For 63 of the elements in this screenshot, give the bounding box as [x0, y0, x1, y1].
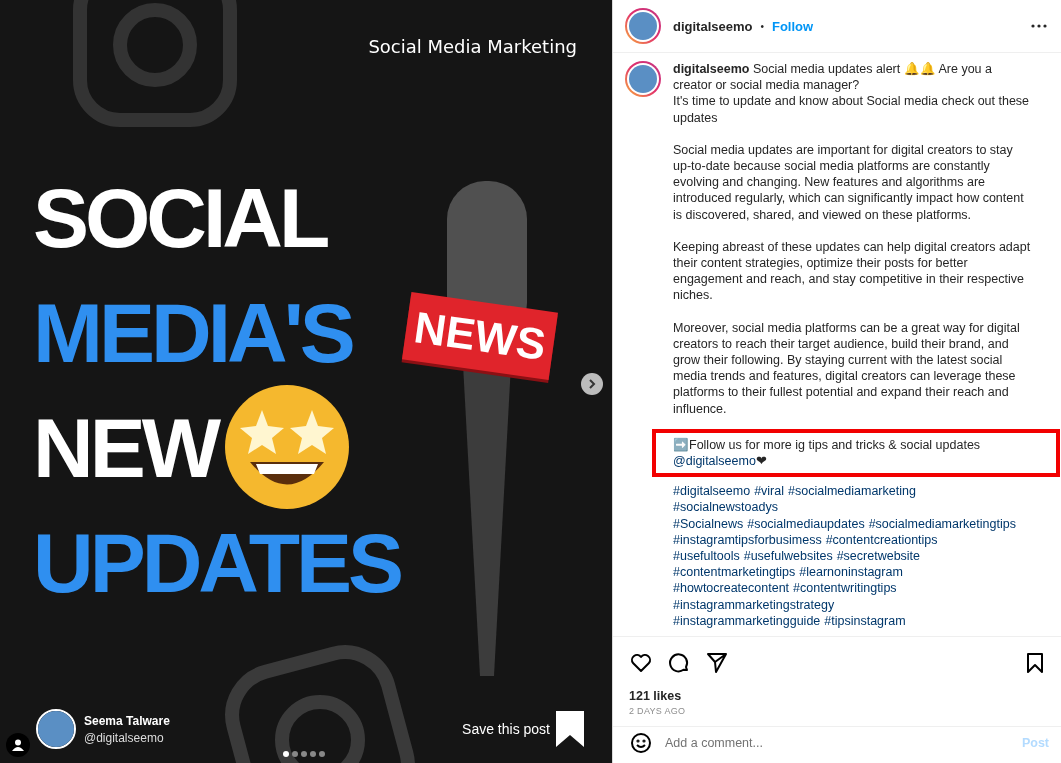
- news-sign: NEWS: [402, 292, 558, 380]
- person-icon: [12, 739, 24, 751]
- author-avatar: [36, 709, 76, 749]
- profile-avatar[interactable]: [625, 61, 661, 97]
- headline-text: UPDATES: [33, 515, 401, 612]
- hashtag-link[interactable]: #tipsinstagram: [824, 612, 906, 630]
- hashtag-link[interactable]: #socialmediamarketingtips: [868, 515, 1016, 532]
- caption-paragraph: Social media updates are important for digital creators to stay up-to-date because social media platforms are constantly evolving and changing. New features and algorithms are introduced regularly, which can significantly impact how content is discovered, shared, and viewed on these platforms.: [673, 141, 1025, 223]
- comment-field[interactable]: Add a comment...: [665, 736, 1010, 750]
- chevron-right-icon: [587, 379, 597, 389]
- headline-text: SOCIAL: [33, 170, 327, 267]
- hashtag-link[interactable]: #usefultools: [673, 548, 740, 565]
- emoji-button[interactable]: [629, 731, 653, 755]
- caption-paragraph: Moreover, social media platforms can be a great way for digital creators to reach their target audience, build their brand, and grow their following. By staying current with the latest social media trends and features, digital creators can leverage these platforms to their fullest potential and expand their reach and influence.: [673, 319, 1021, 417]
- caption-intro: digitalseemo Social media updates alert 🔔🔔 Are you a creator or social media manager?: [673, 61, 993, 94]
- caption-paragraph: Keeping abreast of these updates can help digital creators adapt their content strategies, optimize their posts for better engagement and reach, and stay competitive in their respective niches.: [673, 238, 1031, 304]
- user-button[interactable]: [6, 733, 30, 757]
- carousel-dot[interactable]: [301, 751, 307, 757]
- share-button[interactable]: [705, 651, 729, 675]
- hashtag-link[interactable]: #viral: [754, 483, 784, 500]
- carousel-dot[interactable]: [319, 751, 325, 757]
- more-button[interactable]: [1031, 24, 1047, 28]
- hashtag-link[interactable]: #socialnewstoadys: [673, 499, 778, 516]
- hashtag-link[interactable]: #howtocreatecontent: [673, 580, 790, 597]
- follow-prompt-text: ➡Follow us for more ig tips and tricks & social updates @digitalseemo❤: [673, 436, 982, 470]
- mention-link[interactable]: @digitalseemo: [673, 454, 756, 469]
- smiley-icon: [629, 731, 653, 755]
- author-handle: @digitalseemo: [84, 730, 165, 745]
- headline-text: MEDIA'S: [33, 285, 352, 382]
- like-button[interactable]: [629, 651, 653, 675]
- hashtag-link[interactable]: #contentcreationtips: [825, 531, 938, 549]
- comment-icon: [667, 651, 691, 675]
- send-icon: [705, 651, 729, 675]
- bookmark-icon: [556, 711, 584, 747]
- username-link[interactable]: digitalseemo: [673, 62, 750, 76]
- headline-text: NEW: [33, 400, 217, 497]
- profile-avatar[interactable]: [625, 8, 661, 44]
- post-time: 2 DAYS AGO: [628, 705, 687, 718]
- hashtag-link[interactable]: #secretwebsite: [836, 548, 921, 565]
- hashtag-link[interactable]: #Socialnews: [673, 515, 744, 532]
- hashtag-link[interactable]: #usefulwebsites: [743, 548, 833, 565]
- heart-icon: [629, 651, 653, 675]
- hashtag-link[interactable]: #contentwritingtips: [793, 580, 897, 597]
- hashtag-link[interactable]: #instagramtipsforbusimess: [673, 531, 822, 549]
- hashtag-link[interactable]: #instagrammarketingstrategy: [673, 596, 835, 613]
- hashtag-link[interactable]: #socialmediamarketing: [788, 483, 916, 500]
- carousel-dot[interactable]: [292, 751, 298, 757]
- hashtag-link[interactable]: #instagrammarketingguide: [673, 612, 821, 630]
- hashtag-link[interactable]: #socialmediaupdates: [747, 515, 865, 532]
- image-tag: Social Media Marketing: [368, 36, 577, 57]
- separator-dot: •: [760, 20, 764, 32]
- username: digitalseemo: [673, 18, 753, 34]
- next-button[interactable]: [581, 373, 603, 395]
- carousel-dot[interactable]: [310, 751, 316, 757]
- caption-text: It's time to update and know about Social media check out these updates: [673, 93, 1031, 126]
- comment-button[interactable]: [667, 651, 691, 675]
- hashtag-link[interactable]: #learnoninstagram: [799, 564, 903, 581]
- hashtag-link[interactable]: #digitalseemo: [673, 483, 751, 500]
- hashtag-link[interactable]: #contentmarketingtips: [673, 564, 796, 581]
- author-name: Seema Talware: [84, 713, 170, 728]
- save-prompt: Save this post: [462, 721, 550, 737]
- carousel-dot[interactable]: [283, 751, 289, 757]
- likes-count: 121 likes: [628, 688, 683, 703]
